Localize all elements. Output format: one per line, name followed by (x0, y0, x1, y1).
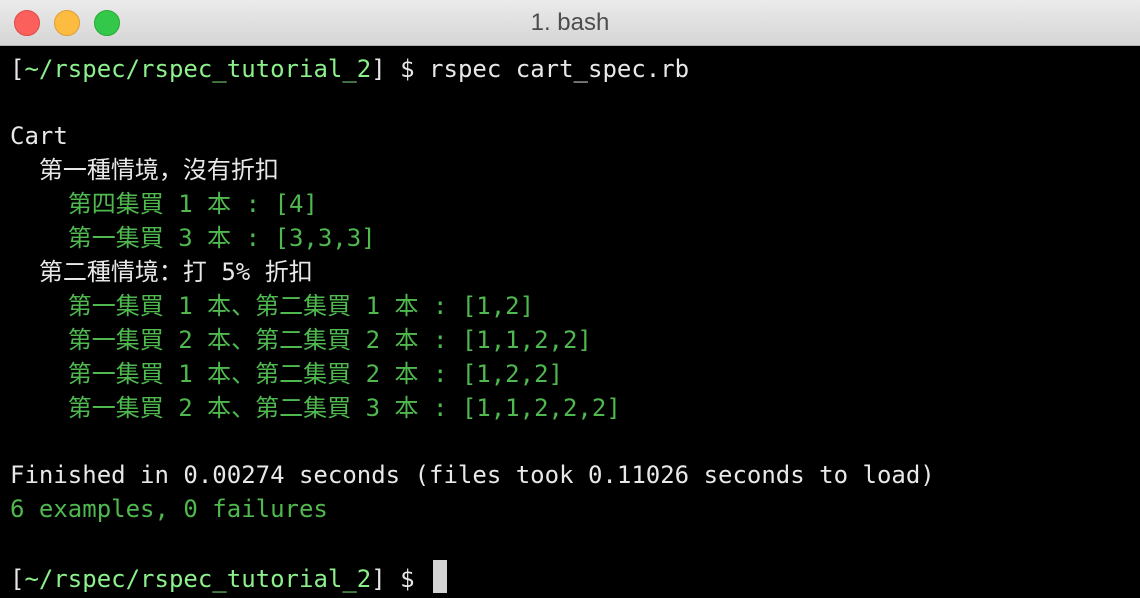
terminal-content[interactable]: [~/rspec/rspec_tutorial_2] $ rspec cart_… (0, 47, 1140, 598)
summary-line: 6 examples, 0 failures (10, 495, 328, 523)
prompt-path: ~/rspec/rspec_tutorial_2 (24, 565, 372, 593)
example-line: 第一集買 3 本 : [3,3,3] (10, 224, 376, 252)
example-line: 第一集買 1 本、第二集買 1 本 : [1,2] (10, 292, 535, 320)
example-line: 第一集買 2 本、第二集買 2 本 : [1,1,2,2] (10, 326, 592, 354)
text-cursor[interactable] (433, 560, 448, 593)
example-line: 第四集買 1 本 : [4] (10, 190, 318, 218)
command-text: rspec cart_spec.rb (429, 55, 690, 83)
prompt-path: ~/rspec/rspec_tutorial_2 (24, 55, 372, 83)
command-line: [~/rspec/rspec_tutorial_2] $ rspec cart_… (10, 52, 689, 86)
window-title: 1. bash (530, 9, 610, 36)
terminal-window: 1. bash [~/rspec/rspec_tutorial_2] $ rsp… (0, 0, 1140, 598)
prompt-symbol: $ (385, 55, 430, 83)
prompt-open-bracket: [ (10, 55, 25, 83)
finished-line: Finished in 0.00274 seconds (files took … (10, 461, 935, 489)
example-line: 第一集買 2 本、第二集買 3 本 : [1,1,2,2,2] (10, 394, 621, 422)
context-line: 第一種情境，沒有折扣 (10, 156, 279, 184)
prompt-close-bracket: ] (371, 565, 386, 593)
current-prompt-line: [~/rspec/rspec_tutorial_2] $ (10, 560, 448, 594)
describe-line: Cart (10, 122, 68, 150)
example-line: 第一集買 1 本、第二集買 2 本 : [1,2,2] (10, 360, 563, 388)
context-line: 第二種情境：打 5% 折扣 (10, 258, 313, 286)
prompt-close-bracket: ] (371, 55, 386, 83)
prompt-symbol: $ (385, 565, 430, 593)
prompt-open-bracket: [ (10, 565, 25, 593)
title-bar[interactable]: 1. bash (0, 0, 1140, 46)
